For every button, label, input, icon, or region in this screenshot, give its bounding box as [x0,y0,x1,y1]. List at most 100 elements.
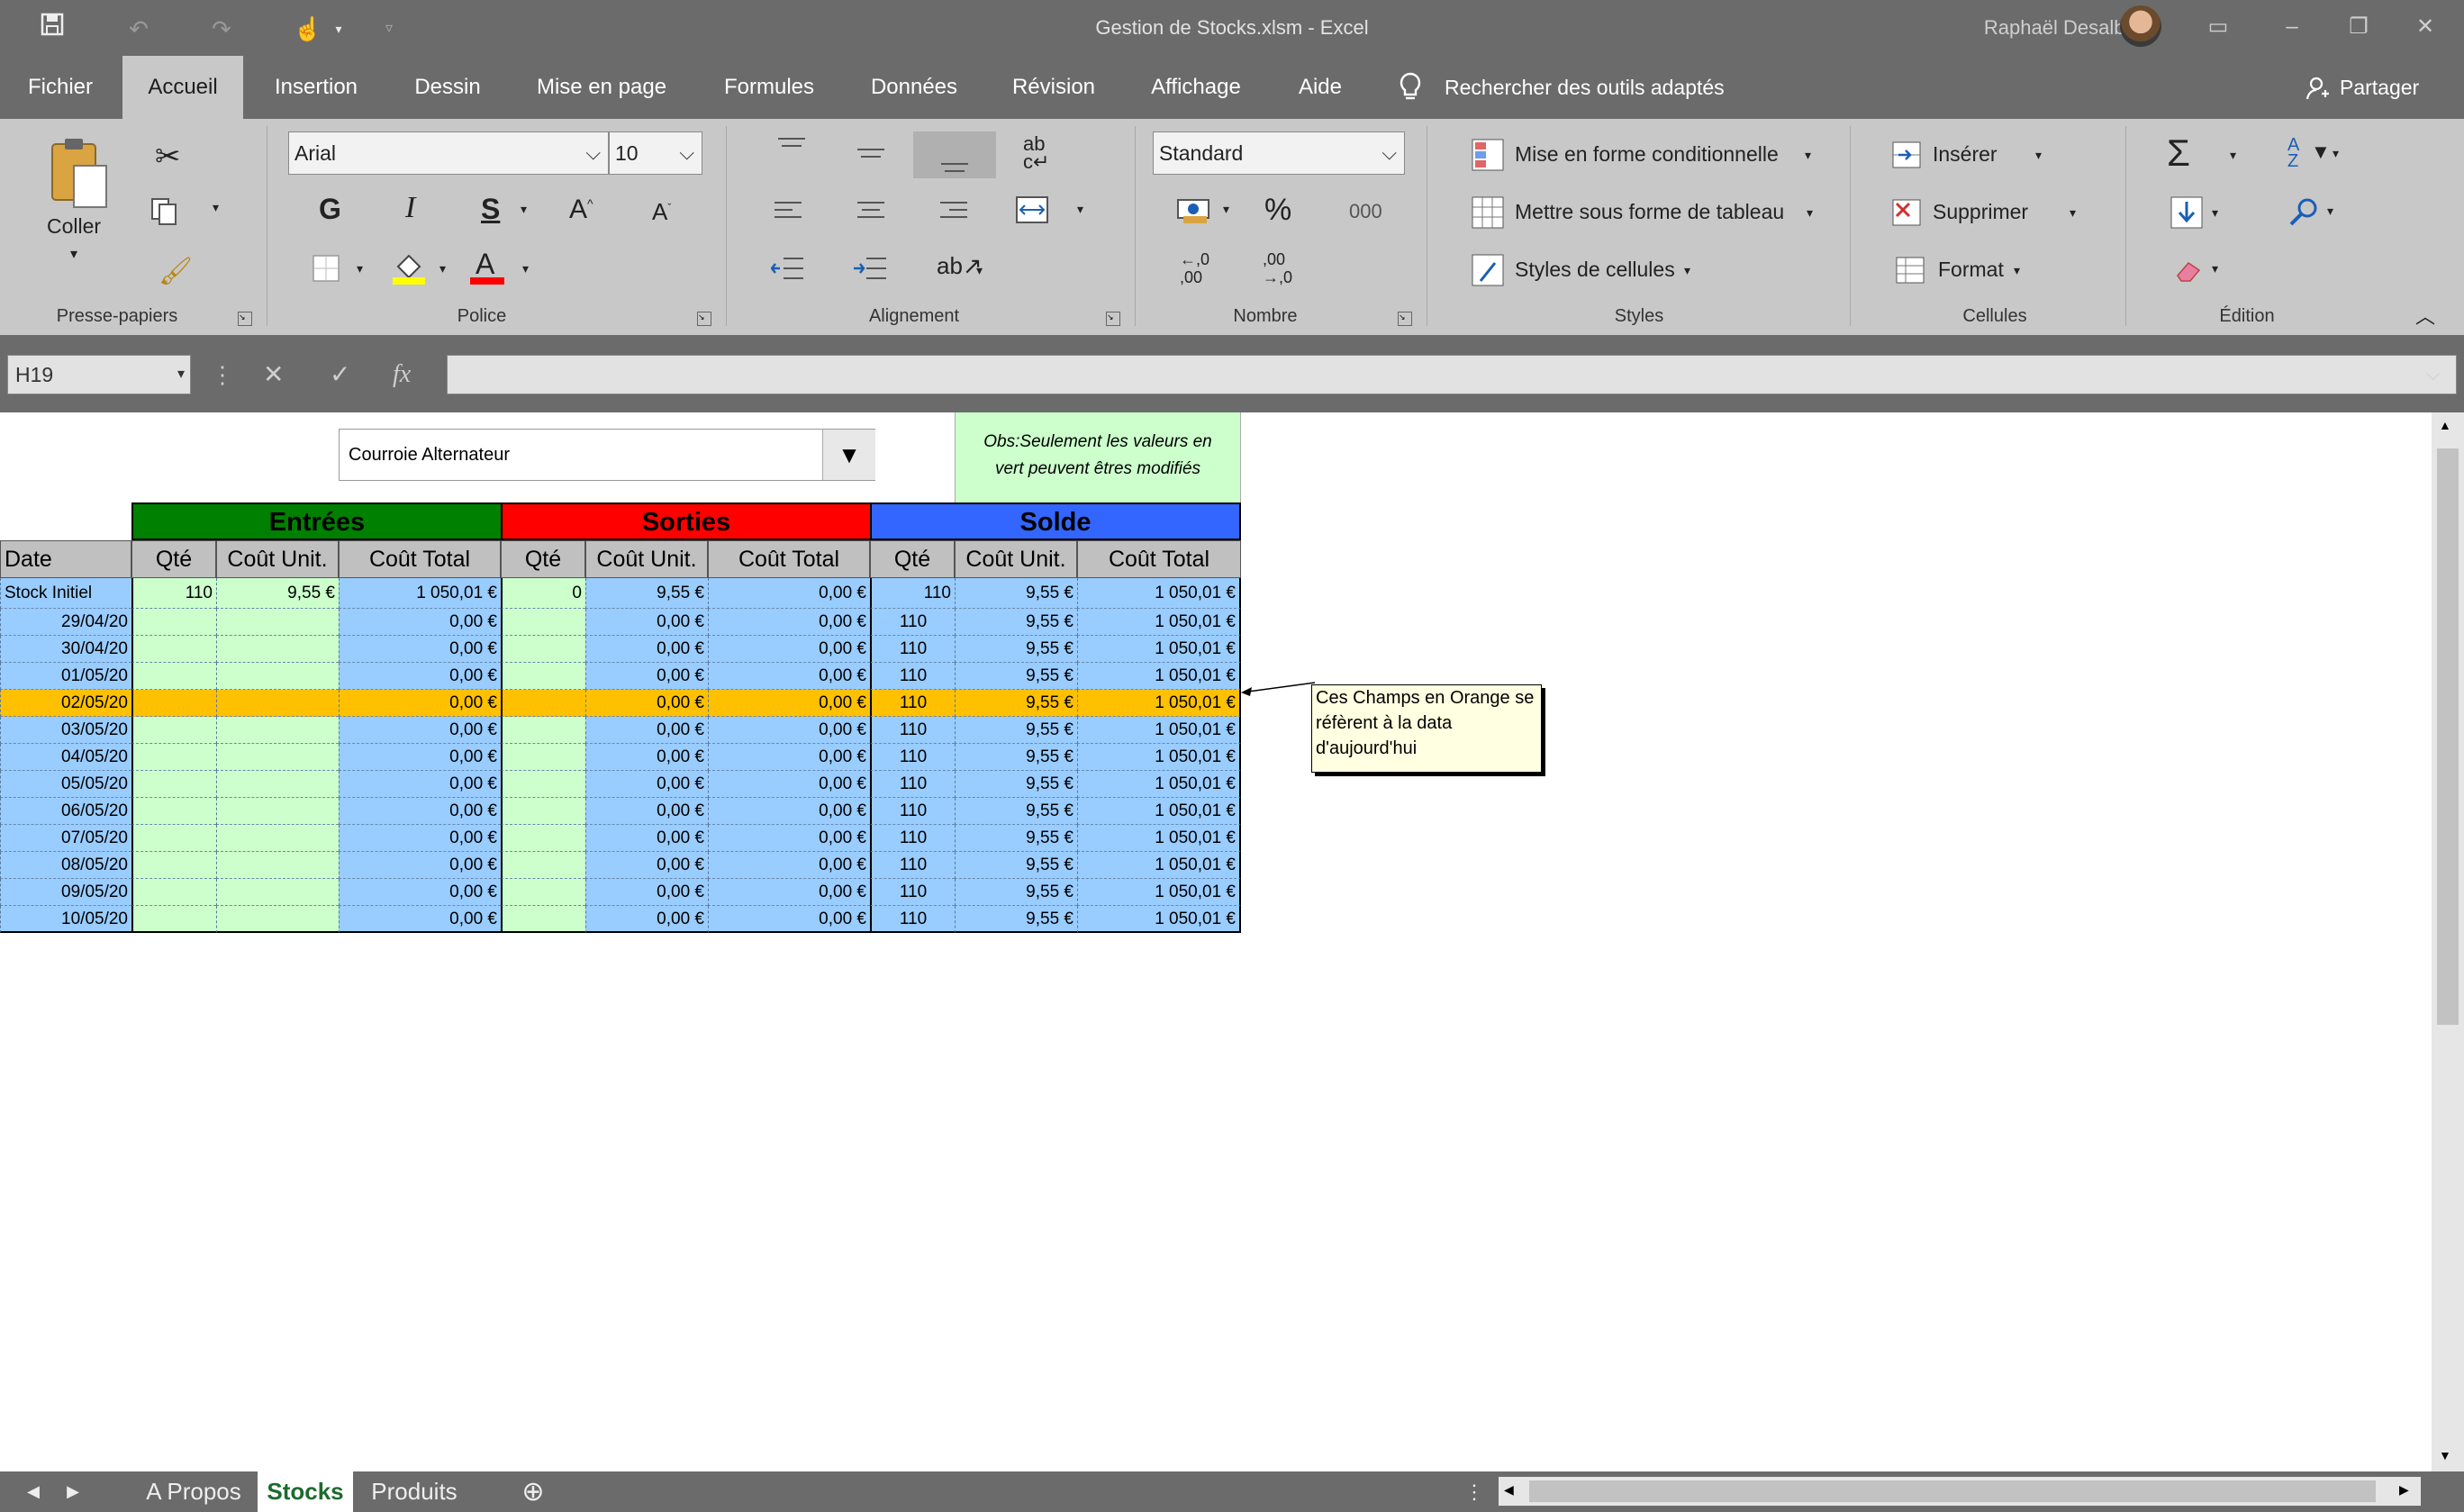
cell-date[interactable]: 08/05/20 [0,852,131,879]
merge-center-icon[interactable] [1016,196,1048,228]
cell-cout-unit-entree[interactable] [216,609,339,636]
cell-date[interactable]: 06/05/20 [0,798,131,825]
number-launcher-icon[interactable]: ↘ [1398,312,1412,326]
name-box-dropdown-icon[interactable]: ▾ [177,356,185,394]
cell-qte-entree[interactable] [131,852,216,879]
cell-cout-total-entree[interactable]: 0,00 € [339,609,501,636]
cell-cout-unit-sortie[interactable]: 0,00 € [585,906,708,933]
tab-fichier[interactable]: Fichier [0,56,121,119]
cut-icon[interactable]: ✂ [155,139,181,175]
cell-cout-unit-entree[interactable] [216,717,339,744]
sheet-tab-a-propos[interactable]: A Propos [135,1471,252,1512]
cell-qte-entree[interactable] [131,663,216,690]
user-avatar[interactable] [2120,5,2161,47]
scroll-right-icon[interactable]: ▶ [2399,1482,2409,1498]
cell-cout-unit-sortie[interactable]: 0,00 € [585,717,708,744]
cell-cout-unit-entree[interactable]: 9,55 € [216,578,339,609]
cell-qte-solde[interactable]: 110 [870,798,955,825]
sort-filter-icon[interactable]: AZ [2287,136,2299,170]
cell-cout-unit-solde[interactable]: 9,55 € [955,879,1077,906]
font-color-dropdown-icon[interactable]: ▾ [522,261,529,276]
cell-cout-unit-entree[interactable] [216,771,339,798]
scroll-up-icon[interactable]: ▲ [2439,418,2451,432]
sheet-tab-produits[interactable]: Produits [358,1471,470,1512]
save-icon[interactable] [32,9,72,49]
cell-styles-icon[interactable] [1472,254,1504,291]
cell-qte-entree[interactable] [131,771,216,798]
cell-cout-unit-solde[interactable]: 9,55 € [955,852,1077,879]
cell-cout-total-entree[interactable]: 0,00 € [339,879,501,906]
underline-button[interactable]: S [481,193,500,226]
prev-sheet-icon[interactable]: ◀ [20,1471,47,1512]
cell-cout-total-entree[interactable]: 0,00 € [339,771,501,798]
tab-formules[interactable]: Formules [706,56,832,119]
close-icon[interactable]: ✕ [2401,7,2450,47]
cell-qte-sortie[interactable]: 0 [501,578,585,609]
cell-qte-solde[interactable]: 110 [870,690,955,717]
name-box[interactable]: H19 ▾ [7,355,191,394]
cell-cout-unit-sortie[interactable]: 0,00 € [585,771,708,798]
cell-styles-dropdown-icon[interactable]: ▾ [1684,263,1690,278]
italic-button[interactable]: I [405,191,415,225]
cell-cout-total-solde[interactable]: 1 050,01 € [1077,744,1241,771]
cell-cout-unit-sortie[interactable]: 0,00 € [585,690,708,717]
cell-qte-solde[interactable]: 110 [870,663,955,690]
cell-cout-unit-solde[interactable]: 9,55 € [955,636,1077,663]
cell-qte-solde[interactable]: 110 [870,744,955,771]
cell-cout-unit-sortie[interactable]: 0,00 € [585,879,708,906]
tab-insertion[interactable]: Insertion [259,56,373,119]
cell-cout-total-entree[interactable]: 0,00 € [339,690,501,717]
fill-dropdown-icon[interactable]: ▾ [2212,205,2218,221]
cell-cout-total-entree[interactable]: 0,00 € [339,744,501,771]
wrap-orientation-icon[interactable]: ab c↵ [1023,134,1049,172]
decrease-indent-icon[interactable] [770,256,803,285]
cell-qte-sortie[interactable] [501,663,585,690]
cell-cout-total-entree[interactable]: 1 050,01 € [339,578,501,609]
cell-qte-sortie[interactable] [501,906,585,933]
cell-date[interactable]: 10/05/20 [0,906,131,933]
cell-cout-unit-solde[interactable]: 9,55 € [955,798,1077,825]
cell-qte-entree[interactable] [131,798,216,825]
scroll-left-icon[interactable]: ◀ [1504,1482,1514,1498]
cell-qte-entree[interactable] [131,906,216,933]
cell-qte-entree[interactable] [131,744,216,771]
tab-donnees[interactable]: Données [856,56,973,119]
cell-cout-total-sortie[interactable]: 0,00 € [708,825,870,852]
cell-cout-total-solde[interactable]: 1 050,01 € [1077,771,1241,798]
sheet-tab-stocks[interactable]: Stocks [258,1471,353,1512]
cell-cout-unit-entree[interactable] [216,852,339,879]
conditional-formatting-button[interactable]: Mise en forme conditionnelle [1515,142,1779,167]
cell-cout-unit-solde[interactable]: 9,55 € [955,663,1077,690]
cell-cout-total-solde[interactable]: 1 050,01 € [1077,717,1241,744]
dropdown-arrow-icon[interactable]: ▼ [822,430,875,480]
autosum-dropdown-icon[interactable]: ▾ [2230,148,2236,163]
align-middle-icon[interactable] [857,144,884,168]
cell-cout-total-sortie[interactable]: 0,00 € [708,798,870,825]
cell-qte-sortie[interactable] [501,609,585,636]
cell-qte-entree[interactable] [131,879,216,906]
clipboard-launcher-icon[interactable]: ↘ [238,312,252,326]
paste-label[interactable]: Coller [47,214,101,239]
accounting-format-icon[interactable] [1176,196,1212,231]
cell-cout-total-solde[interactable]: 1 050,01 € [1077,578,1241,609]
align-right-icon[interactable] [940,200,967,228]
scroll-down-icon[interactable]: ▼ [2439,1448,2451,1462]
insert-cells-icon[interactable] [1891,140,1922,174]
cell-qte-entree[interactable] [131,636,216,663]
cell-cout-total-entree[interactable]: 0,00 € [339,663,501,690]
number-format-combo[interactable]: Standard ⌵ [1153,131,1405,175]
vertical-scroll-thumb[interactable] [2437,448,2459,1025]
filter-funnel-icon[interactable]: ▼ [2311,140,2331,164]
cell-cout-unit-solde[interactable]: 9,55 € [955,744,1077,771]
borders-dropdown-icon[interactable]: ▾ [357,261,363,276]
fill-color-icon[interactable] [393,250,425,289]
cell-cout-unit-entree[interactable] [216,825,339,852]
cell-qte-entree[interactable] [131,609,216,636]
tab-revision[interactable]: Révision [1000,56,1108,119]
cell-cout-total-sortie[interactable]: 0,00 € [708,879,870,906]
cell-cout-unit-entree[interactable] [216,636,339,663]
cell-cout-unit-solde[interactable]: 9,55 € [955,609,1077,636]
cell-cout-total-solde[interactable]: 1 050,01 € [1077,636,1241,663]
cell-cout-unit-solde[interactable]: 9,55 € [955,690,1077,717]
percent-button[interactable]: % [1264,193,1291,228]
